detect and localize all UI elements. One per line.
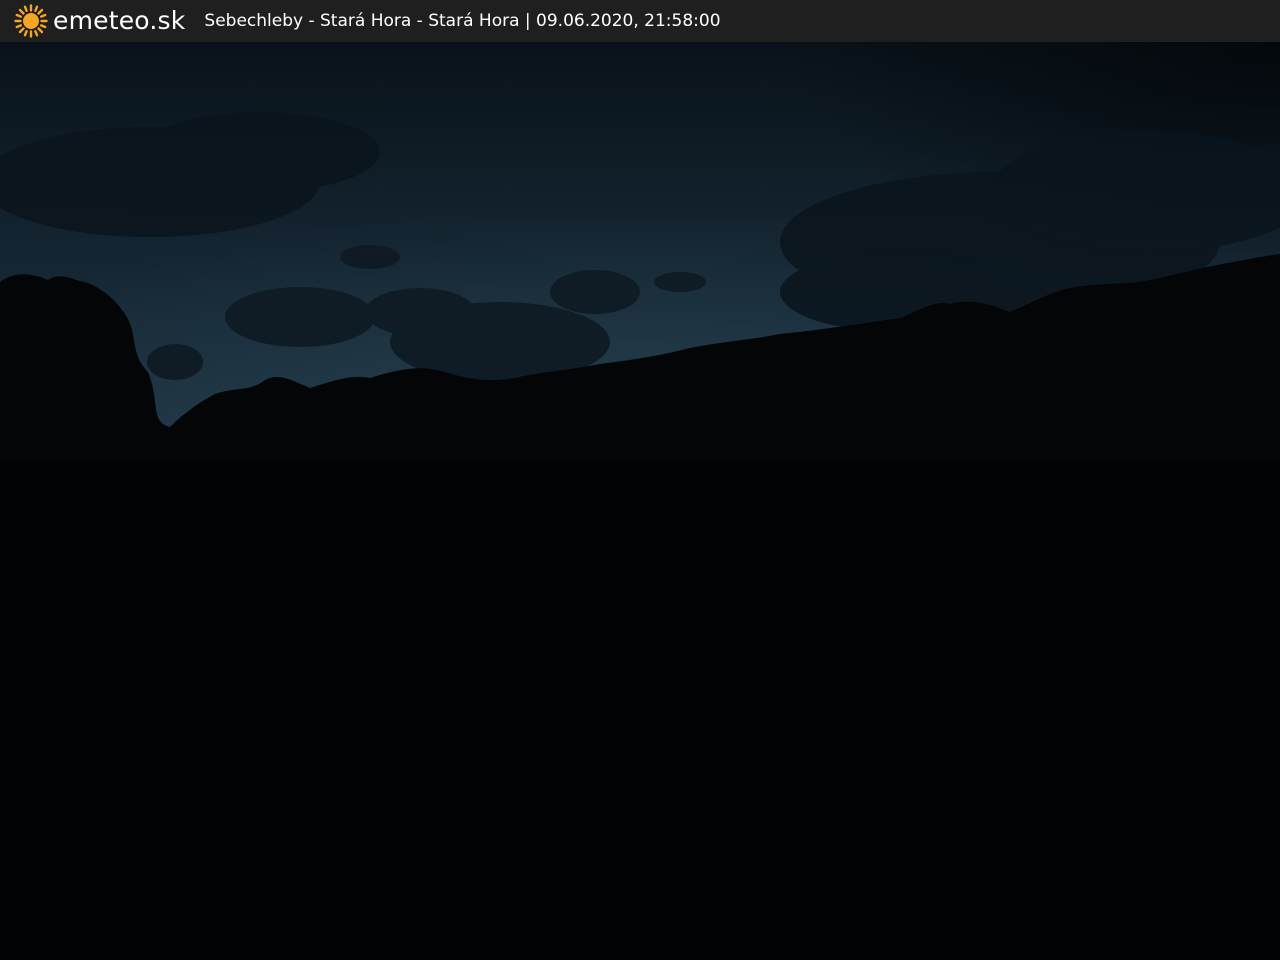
brand-logo-link[interactable]: emeteo.sk bbox=[14, 0, 185, 42]
webcam-image bbox=[0, 42, 1280, 960]
brand-name: emeteo.sk bbox=[53, 6, 186, 35]
top-bar: emeteo.sk Sebechleby - Stará Hora - Star… bbox=[0, 0, 1280, 42]
sun-icon bbox=[14, 4, 48, 38]
camera-caption: Sebechleby - Stará Hora - Stará Hora | 0… bbox=[204, 11, 721, 31]
